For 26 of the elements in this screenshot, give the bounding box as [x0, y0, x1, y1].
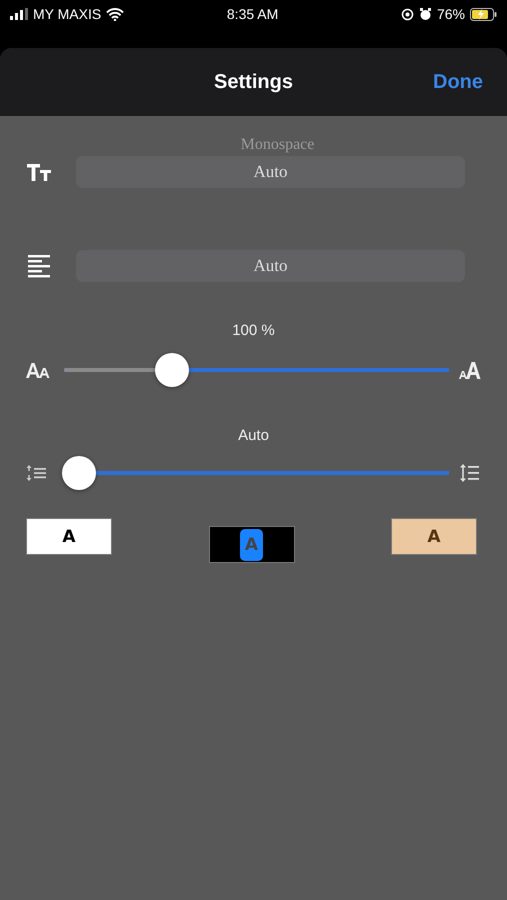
- smaller-text-icon: [26, 362, 50, 378]
- alignment-picker[interactable]: Auto: [76, 250, 465, 282]
- text-align-icon: [26, 254, 52, 278]
- signal-icon: [10, 8, 28, 20]
- theme-option[interactable]: A: [26, 518, 112, 555]
- battery-charging-icon: [470, 8, 497, 20]
- font-option: Monospace: [240, 138, 314, 156]
- clock-time: 8:35 AM: [226, 6, 278, 22]
- font-icon: [26, 162, 52, 182]
- tight-spacing-icon: [26, 464, 48, 482]
- font-size-reading: 100 %: [232, 322, 275, 339]
- slider-thumb[interactable]: [154, 353, 189, 387]
- wifi-icon: [106, 8, 124, 20]
- theme-option[interactable]: A: [208, 526, 294, 563]
- carrier-name: MY MAXIS: [33, 6, 102, 22]
- rotation-lock-icon: [400, 8, 414, 20]
- slider-thumb[interactable]: [62, 456, 96, 490]
- battery-percent: 76%: [436, 6, 465, 22]
- larger-text-icon: [459, 361, 481, 379]
- font-picker[interactable]: Auto: [76, 156, 465, 188]
- alarm-icon: [418, 8, 432, 20]
- wide-spacing-icon: [459, 464, 481, 482]
- done-button[interactable]: Done: [433, 70, 483, 94]
- line-spacing-reading: Auto: [238, 427, 269, 444]
- theme-option[interactable]: A: [391, 518, 477, 555]
- sheet-title: Settings: [214, 70, 293, 94]
